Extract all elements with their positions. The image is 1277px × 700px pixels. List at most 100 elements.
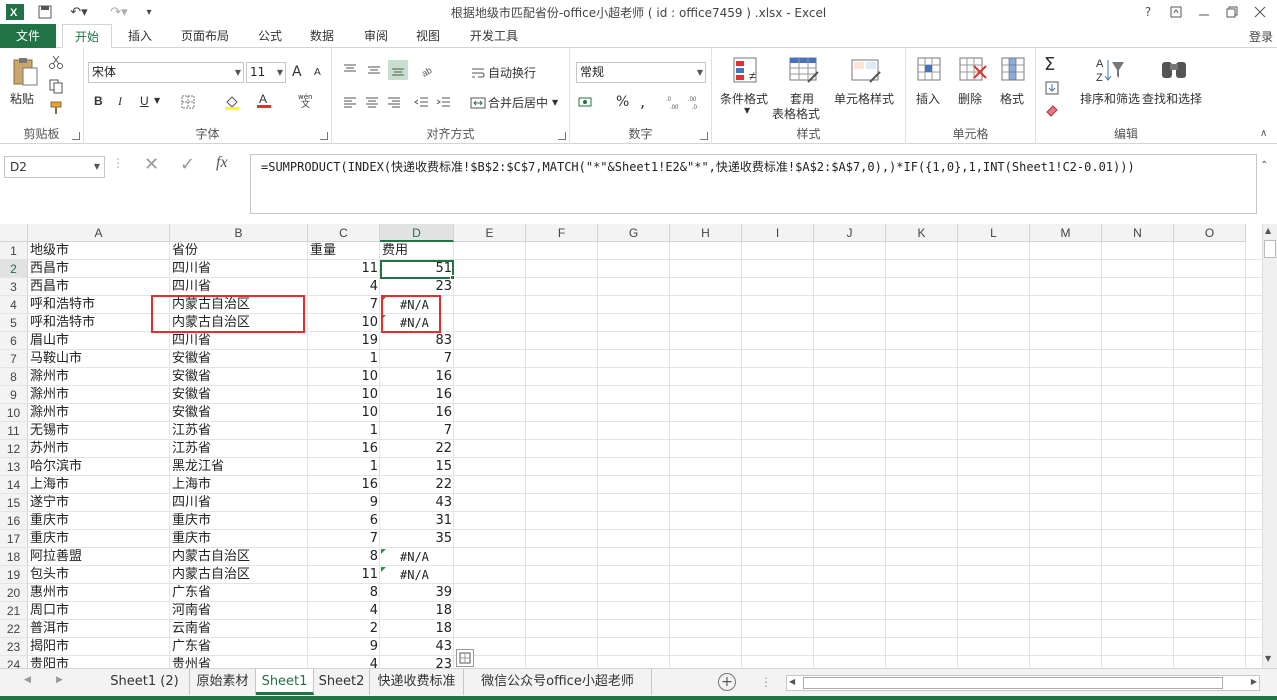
phonetic-icon[interactable]: wén 文 (298, 92, 314, 108)
cell-d23[interactable]: 43 (380, 638, 454, 656)
insert-cells-icon[interactable] (914, 54, 946, 86)
login-link[interactable]: 登录 (1249, 28, 1273, 45)
wrap-text-button[interactable]: 自动换行 (470, 64, 536, 81)
conditional-format-dropdown-icon[interactable]: ▼ (744, 106, 750, 115)
cell-b14[interactable]: 上海市 (170, 476, 308, 494)
cell-b13[interactable]: 黑龙江省 (170, 458, 308, 476)
paste-button[interactable]: 粘贴 (10, 90, 34, 107)
shrink-font-button[interactable]: A (314, 67, 321, 78)
number-launcher-icon[interactable] (700, 132, 708, 140)
cell-a18[interactable]: 阿拉善盟 (28, 548, 170, 566)
tab-split-handle-icon[interactable]: ⋮ (760, 675, 772, 689)
cell-d10[interactable]: 16 (380, 404, 454, 422)
cell-d8[interactable]: 16 (380, 368, 454, 386)
fill-icon[interactable] (1044, 80, 1060, 96)
collapse-ribbon-icon[interactable]: ∧ (1260, 128, 1267, 139)
cell-c5[interactable]: 10 (308, 314, 380, 332)
align-bottom-icon[interactable] (388, 60, 408, 80)
scroll-thumb[interactable] (1264, 240, 1276, 258)
cell-styles-icon[interactable] (850, 54, 882, 86)
row-header[interactable]: 22 (0, 620, 28, 638)
column-header-l[interactable]: L (958, 224, 1030, 242)
horizontal-scrollbar[interactable]: ◀ ▶ (786, 675, 1260, 691)
row-header[interactable]: 12 (0, 440, 28, 458)
cell-d21[interactable]: 18 (380, 602, 454, 620)
close-icon[interactable] (1247, 2, 1273, 22)
cell-c11[interactable]: 1 (308, 422, 380, 440)
cell-c15[interactable]: 9 (308, 494, 380, 512)
font-color-icon[interactable]: A (256, 92, 272, 108)
format-cells-icon[interactable] (998, 54, 1030, 86)
cell-styles-button[interactable]: 单元格样式 (834, 90, 894, 107)
increase-indent-icon[interactable] (436, 94, 452, 110)
cell-d16[interactable]: 31 (380, 512, 454, 530)
cell-b2[interactable]: 四川省 (170, 260, 308, 278)
row-header[interactable]: 7 (0, 350, 28, 368)
accounting-format-icon[interactable] (578, 94, 594, 110)
borders-icon[interactable] (180, 94, 196, 110)
scroll-right-icon[interactable]: ▶ (1251, 677, 1257, 686)
delete-cells-button[interactable]: 删除 (958, 90, 982, 107)
cell-a9[interactable]: 滁州市 (28, 386, 170, 404)
cell-c4[interactable]: 7 (308, 296, 380, 314)
cell-b12[interactable]: 江苏省 (170, 440, 308, 458)
worksheet-grid[interactable]: ABCDEFGHIJKLMNO 1 地级市 省份 重量 费用 2 西昌市 四川省 11 51 3 西昌… (0, 224, 1262, 668)
cell-c19[interactable]: 11 (308, 566, 380, 584)
cell-c2[interactable]: 11 (308, 260, 380, 278)
cell-a5[interactable]: 呼和浩特市 (28, 314, 170, 332)
cell-a10[interactable]: 滁州市 (28, 404, 170, 422)
sheet-tab[interactable]: Sheet1 (2) (100, 669, 190, 695)
scroll-up-icon[interactable]: ▲ (1265, 226, 1271, 235)
cell-d9[interactable]: 16 (380, 386, 454, 404)
cell-c20[interactable]: 8 (308, 584, 380, 602)
cell-a19[interactable]: 包头市 (28, 566, 170, 584)
cell-c9[interactable]: 10 (308, 386, 380, 404)
cell-d7[interactable]: 7 (380, 350, 454, 368)
row-header[interactable]: 15 (0, 494, 28, 512)
sheet-tab[interactable]: 快递收费标准 (370, 669, 464, 695)
new-sheet-icon[interactable]: + (718, 673, 736, 691)
copy-icon[interactable] (48, 78, 64, 94)
column-header-o[interactable]: O (1174, 224, 1246, 242)
cell-c10[interactable]: 10 (308, 404, 380, 422)
sort-filter-icon[interactable]: AZ (1094, 54, 1126, 86)
row-header[interactable]: 11 (0, 422, 28, 440)
decrease-indent-icon[interactable] (414, 94, 430, 110)
cell-b10[interactable]: 安徽省 (170, 404, 308, 422)
bold-button[interactable]: B (94, 94, 103, 108)
tab-page-layout[interactable]: 页面布局 (172, 24, 238, 48)
row-header[interactable]: 21 (0, 602, 28, 620)
row-header[interactable]: 4 (0, 296, 28, 314)
cell-b15[interactable]: 四川省 (170, 494, 308, 512)
column-header-i[interactable]: I (742, 224, 814, 242)
cell-b11[interactable]: 江苏省 (170, 422, 308, 440)
cell-a17[interactable]: 重庆市 (28, 530, 170, 548)
cell-a8[interactable]: 滁州市 (28, 368, 170, 386)
fill-color-icon[interactable] (224, 94, 240, 110)
cell-c16[interactable]: 6 (308, 512, 380, 530)
cell-d6[interactable]: 83 (380, 332, 454, 350)
find-select-button[interactable]: 查找和选择 (1142, 90, 1202, 107)
align-right-icon[interactable] (386, 94, 402, 110)
row-header[interactable]: 10 (0, 404, 28, 422)
cell-b21[interactable]: 河南省 (170, 602, 308, 620)
cell-a16[interactable]: 重庆市 (28, 512, 170, 530)
comma-button[interactable]: , (640, 92, 645, 111)
format-painter-icon[interactable] (48, 100, 64, 116)
percent-button[interactable]: % (616, 94, 629, 110)
cell-a22[interactable]: 普洱市 (28, 620, 170, 638)
cell-d17[interactable]: 35 (380, 530, 454, 548)
cell-d13[interactable]: 15 (380, 458, 454, 476)
row-header[interactable]: 23 (0, 638, 28, 656)
alignment-launcher-icon[interactable] (558, 132, 566, 140)
cell-a24[interactable]: 贵阳市 (28, 656, 170, 668)
tab-data[interactable]: 数据 (300, 24, 344, 48)
format-as-table-icon[interactable] (788, 54, 820, 86)
error-indicator-icon[interactable] (381, 567, 386, 572)
find-select-icon[interactable] (1158, 54, 1190, 86)
cell-b9[interactable]: 安徽省 (170, 386, 308, 404)
cell-c24[interactable]: 4 (308, 656, 380, 668)
cell-b16[interactable]: 重庆市 (170, 512, 308, 530)
column-header-d[interactable]: D (380, 224, 454, 242)
column-header-j[interactable]: J (814, 224, 886, 242)
